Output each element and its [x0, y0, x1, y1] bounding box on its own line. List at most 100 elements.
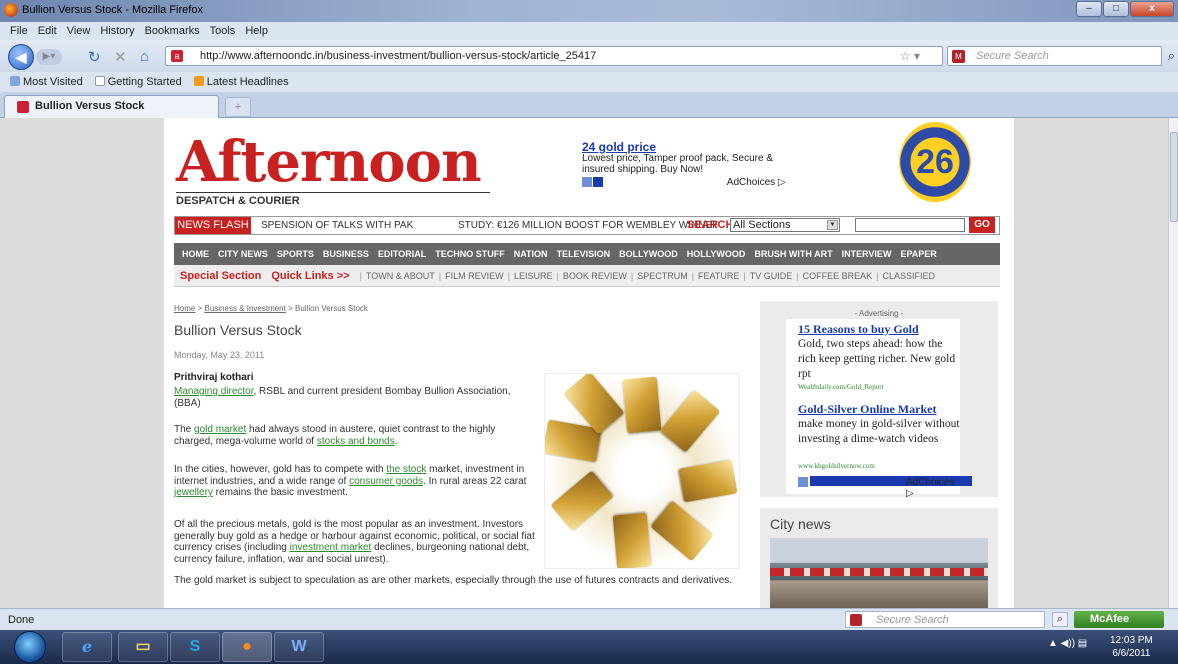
mcafee-button[interactable]: McAfee — [1074, 611, 1164, 628]
search-engine-icon[interactable]: M — [952, 50, 965, 63]
adchoices-link[interactable]: AdChoices ▷ — [727, 177, 786, 188]
article-paragraph: The gold market had always stood in aust… — [174, 424, 536, 447]
quick-link[interactable]: BOOK REVIEW — [563, 271, 627, 281]
internet-explorer-icon[interactable]: e — [62, 632, 112, 662]
article-link[interactable]: stocks and bonds — [317, 436, 395, 447]
article-link[interactable]: investment market — [290, 542, 372, 553]
article-link[interactable]: jewellery — [174, 487, 213, 498]
article-link[interactable]: the stock — [386, 464, 426, 475]
menu-history[interactable]: History — [100, 25, 134, 37]
nav-editorial[interactable]: EDITORIAL — [378, 249, 426, 259]
back-button[interactable]: ◀ — [8, 44, 34, 70]
nav-sports[interactable]: SPORTS — [277, 249, 314, 259]
quick-link[interactable]: SPECTRUM — [637, 271, 688, 281]
nav-epaper[interactable]: EPAPER — [900, 249, 936, 259]
article-link[interactable]: gold market — [194, 424, 246, 435]
quick-link[interactable]: FILM REVIEW — [445, 271, 504, 281]
status-text: Done — [8, 614, 35, 626]
firefox-taskbar-icon[interactable]: ● — [222, 632, 272, 662]
quick-link[interactable]: COFFEE BREAK — [803, 271, 873, 281]
scrollbar-thumb[interactable] — [1170, 132, 1178, 222]
quick-link[interactable]: TOWN & ABOUT — [366, 271, 435, 281]
ad-headline[interactable]: 15 Reasons to buy Gold — [798, 322, 919, 337]
secure-search-icon — [850, 614, 862, 626]
nav-hollywood[interactable]: HOLLYWOOD — [687, 249, 746, 259]
breadcrumb-home[interactable]: Home — [174, 304, 195, 313]
article-link[interactable]: consumer goods — [349, 476, 423, 487]
url-bar[interactable]: a http://www.afternoondc.in/business-inv… — [165, 46, 943, 66]
close-button[interactable]: x — [1130, 1, 1174, 17]
chevron-down-icon[interactable]: ▼ — [827, 220, 838, 230]
page-scrollbar[interactable] — [1168, 118, 1178, 608]
tab-bullion-versus-stock[interactable]: Bullion Versus Stock — [4, 95, 219, 118]
gold-bar — [622, 376, 662, 434]
bookmark-latest-headlines[interactable]: Latest Headlines — [193, 76, 289, 88]
stop-icon[interactable]: ✕ — [114, 48, 127, 66]
nav-interview[interactable]: INTERVIEW — [842, 249, 892, 259]
divider: | — [507, 270, 510, 281]
folder-icon[interactable]: ▭ — [118, 632, 168, 662]
ad-source[interactable]: Wealthdaily.com/Gold_Report — [798, 383, 884, 391]
adchoices-link[interactable]: AdChoices ▷ — [906, 477, 960, 499]
nav-bollywood[interactable]: BOLLYWOOD — [619, 249, 678, 259]
top-ad-title[interactable]: 24 gold price — [582, 141, 792, 153]
ad-source[interactable]: www.kbgoldsilvernow.com — [798, 462, 875, 470]
new-tab-button[interactable]: + — [225, 97, 251, 117]
bookmark-star-icon[interactable]: ☆ ▾ — [900, 49, 920, 63]
quick-link[interactable]: FEATURE — [698, 271, 739, 281]
city-news-image[interactable] — [770, 538, 988, 608]
maximize-button[interactable]: □ — [1103, 1, 1129, 17]
article-link[interactable]: Managing director — [174, 386, 254, 397]
special-section-link[interactable]: Special Section — [180, 270, 261, 282]
article-paragraph: Managing director, RSBL and current pres… — [174, 386, 536, 409]
top-ad[interactable]: 24 gold price Lowest price, Tamper proof… — [582, 141, 792, 188]
reload-icon[interactable]: ↻ — [88, 48, 101, 66]
ticker-item[interactable]: STUDY: €126 MILLION BOOST FOR WEMBLEY WI… — [458, 220, 718, 231]
nav-city-news[interactable]: CITY NEWS — [218, 249, 268, 259]
system-tray-icons[interactable]: ▲ ◀)) ▤ — [1048, 638, 1087, 649]
nav-business[interactable]: BUSINESS — [323, 249, 369, 259]
navigation-toolbar: ◀ ▶▾ ↻ ✕ ⌂ a http://www.afternoondc.in/b… — [0, 40, 1178, 72]
menu-help[interactable]: Help — [245, 25, 268, 37]
ad-prev-icon[interactable] — [798, 477, 808, 488]
minimize-button[interactable]: – — [1076, 1, 1102, 17]
search-icon[interactable]: ⌕ — [1052, 612, 1068, 627]
quick-link[interactable]: TV GUIDE — [750, 271, 793, 281]
search-icon[interactable]: ⌕ — [1168, 48, 1175, 64]
start-button[interactable] — [14, 631, 46, 663]
nav-nation[interactable]: NATION — [514, 249, 548, 259]
go-button[interactable]: GO — [969, 217, 995, 233]
nav-television[interactable]: TELEVISION — [557, 249, 611, 259]
menu-edit[interactable]: Edit — [38, 25, 57, 37]
skype-icon[interactable]: S — [170, 632, 220, 662]
system-clock[interactable]: 12:03 PM 6/6/2011 — [1110, 634, 1153, 660]
breadcrumb-section[interactable]: Business & Investment — [204, 304, 285, 313]
menu-bookmarks[interactable]: Bookmarks — [145, 25, 200, 37]
gold-bar — [550, 470, 614, 532]
web-page: Afternoon DESPATCH & COURIER 24 gold pri… — [164, 118, 1014, 608]
menu-file[interactable]: File — [10, 25, 28, 37]
most-visited-icon — [10, 76, 20, 86]
menu-tools[interactable]: Tools — [210, 25, 236, 37]
nav-brush-with-art[interactable]: BRUSH WITH ART — [754, 249, 832, 259]
menu-view[interactable]: View — [67, 25, 91, 37]
forward-button[interactable]: ▶▾ — [36, 49, 62, 65]
ad-next-icon[interactable] — [593, 177, 603, 188]
nav-techno-stuff[interactable]: TECHNO STUFF — [435, 249, 505, 259]
bookmark-getting-started[interactable]: Getting Started — [94, 76, 182, 88]
site-logo[interactable]: Afternoon — [176, 132, 482, 192]
site-search-input[interactable] — [855, 218, 965, 232]
ad-prev-icon[interactable] — [582, 177, 592, 188]
home-icon[interactable]: ⌂ — [140, 48, 149, 65]
bookmark-most-visited[interactable]: Most Visited — [10, 76, 83, 88]
word-icon[interactable]: W — [274, 632, 324, 662]
nav-home[interactable]: HOME — [182, 249, 209, 259]
status-search-box[interactable]: Secure Search — [845, 611, 1045, 628]
quick-link[interactable]: CLASSIFIED — [882, 271, 935, 281]
ad-headline[interactable]: Gold-Silver Online Market — [798, 402, 936, 417]
city-news-heading[interactable]: City news — [770, 516, 831, 532]
section-select[interactable]: All Sections ▼ — [730, 218, 840, 232]
ticker-item[interactable]: SPENSION OF TALKS WITH PAK — [261, 220, 413, 231]
search-bar[interactable]: M Secure Search ⌕ — [947, 46, 1175, 66]
quick-link[interactable]: LEISURE — [514, 271, 553, 281]
